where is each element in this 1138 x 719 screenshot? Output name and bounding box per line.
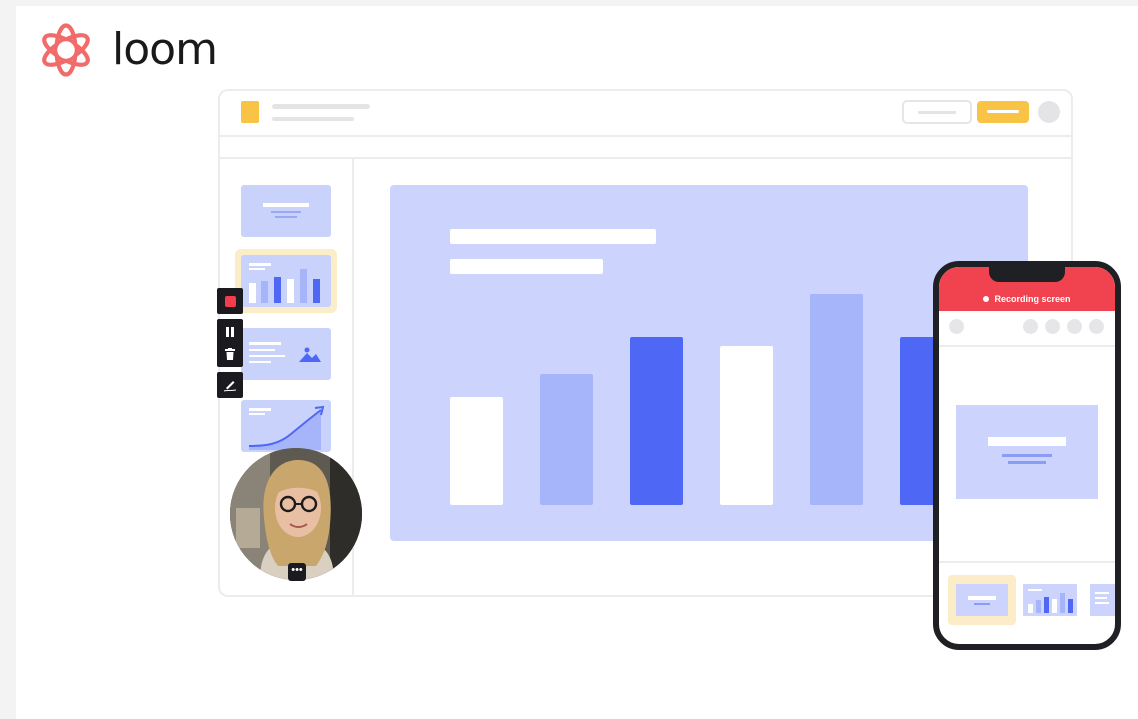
stop-icon (224, 295, 236, 307)
recording-banner: Recording screen (939, 267, 1115, 311)
bar (540, 374, 593, 505)
pause-icon[interactable] (225, 326, 235, 338)
bar (720, 346, 773, 505)
recording-status: Recording screen (939, 294, 1115, 304)
phone-thumb[interactable] (1023, 584, 1077, 616)
phone-thumb[interactable] (1090, 584, 1115, 616)
bar (630, 337, 683, 505)
recording-dot-icon (983, 296, 990, 302)
loom-logo: loom (36, 20, 218, 80)
phone-slide (956, 405, 1098, 499)
phone-mockup: Recording screen (933, 261, 1121, 650)
loom-wordmark: loom (112, 24, 218, 75)
app-toolbar (220, 137, 1071, 159)
slide-thumbnail[interactable] (241, 185, 331, 237)
draw-button[interactable] (217, 372, 243, 398)
stop-recording-button[interactable] (217, 288, 243, 314)
secondary-button[interactable] (902, 100, 972, 124)
phone-action-icon[interactable] (1089, 319, 1104, 334)
avatar[interactable] (1038, 101, 1060, 123)
loom-logo-icon (42, 23, 90, 77)
app-header (220, 91, 1071, 137)
webcam-bubble[interactable] (230, 448, 362, 580)
phone-action-icon[interactable] (1023, 319, 1038, 334)
phone-menu-icon[interactable] (949, 319, 964, 334)
phone-action-icon[interactable] (1067, 319, 1082, 334)
mountain-image-icon (299, 347, 321, 362)
webcam-more-button[interactable]: ••• (288, 563, 306, 581)
slide-thumbnail[interactable] (241, 328, 331, 380)
trash-icon[interactable] (225, 348, 235, 360)
slide-thumbnail[interactable] (241, 400, 331, 452)
slide-subtitle-placeholder (450, 259, 603, 274)
phone-divider (939, 561, 1115, 563)
title-placeholder (272, 104, 370, 109)
webcam-person-image (230, 448, 362, 580)
phone-divider (939, 345, 1115, 347)
bar (810, 294, 863, 505)
subtitle-placeholder (272, 117, 354, 121)
slide-thumbnail-selected[interactable] (241, 255, 331, 307)
document-icon (241, 101, 259, 123)
trend-line-icon (248, 405, 325, 450)
recording-status-label: Recording screen (994, 294, 1071, 304)
phone-action-icon[interactable] (1045, 319, 1060, 334)
primary-button[interactable] (977, 101, 1029, 123)
slide-title-placeholder (450, 229, 656, 244)
recording-controls (217, 319, 243, 367)
pen-icon (223, 381, 237, 392)
bar (450, 397, 503, 505)
phone-notch (989, 267, 1065, 282)
phone-thumb-selected[interactable] (948, 575, 1016, 625)
